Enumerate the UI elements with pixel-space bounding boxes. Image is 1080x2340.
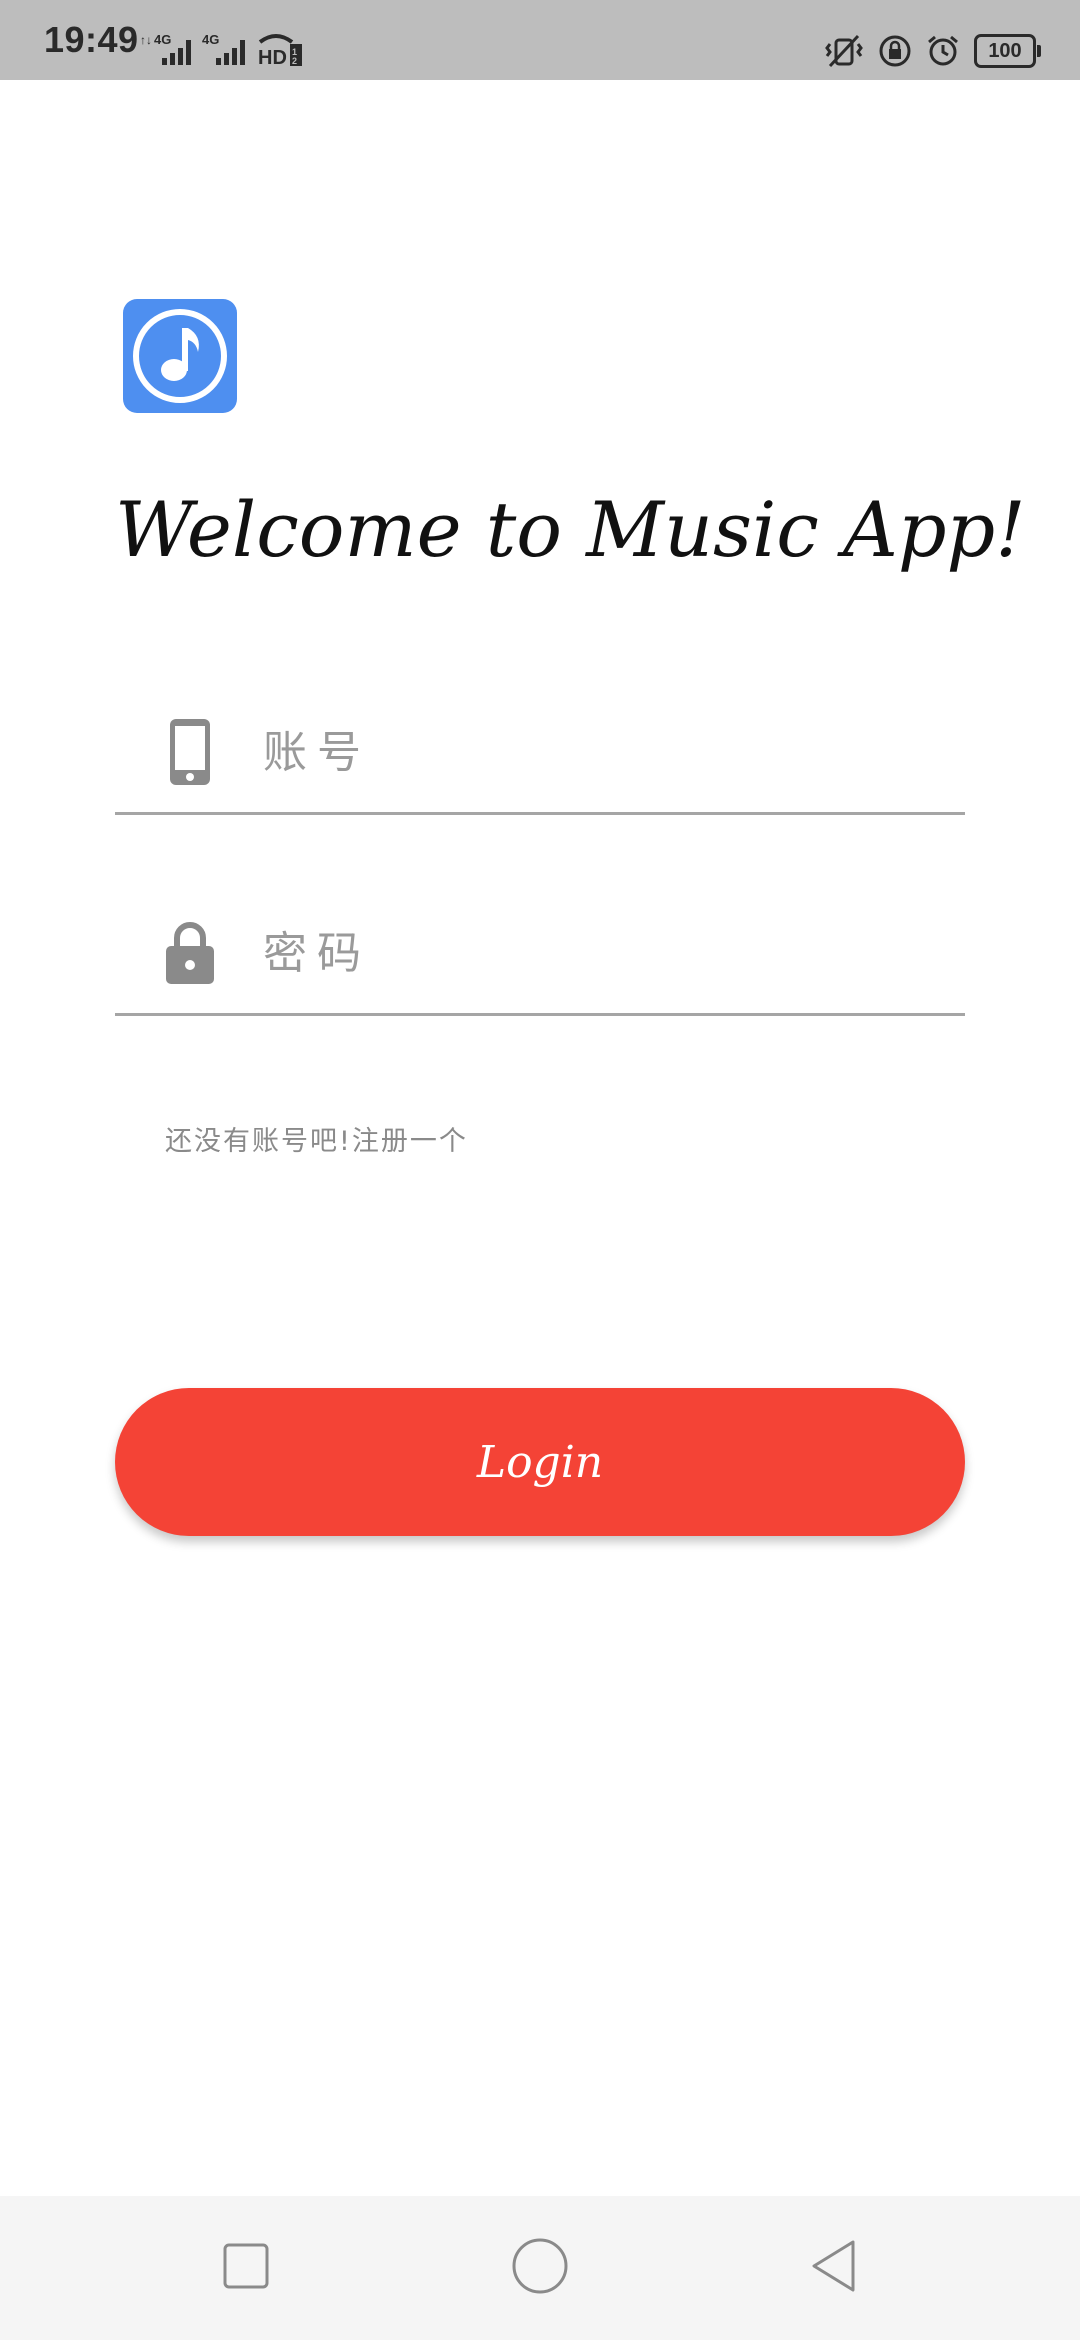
status-time: 19:49 (44, 19, 139, 60)
password-field (115, 893, 965, 1016)
signal-icon: 4G (202, 32, 245, 65)
battery-icon: 100 (974, 34, 1041, 68)
svg-text:HD: HD (258, 47, 287, 66)
status-right-icons: 100 (824, 34, 1041, 68)
svg-text:2: 2 (292, 56, 297, 66)
welcome-title: Welcome to Music App! (115, 485, 1026, 574)
hd-icon: HD 1 2 (258, 34, 302, 66)
register-link[interactable]: 还没有账号吧!注册一个 (165, 1122, 468, 1162)
recents-square-icon (223, 2243, 269, 2289)
svg-text:↑↓: ↑↓ (140, 33, 152, 47)
vibrate-icon (825, 34, 863, 68)
svg-text:4G: 4G (202, 32, 219, 47)
home-button[interactable] (500, 2226, 580, 2306)
alarm-icon (928, 35, 958, 66)
back-button[interactable] (794, 2226, 874, 2306)
status-bar: 19:49 ↑↓ 4G 4G HD 1 2 100 (0, 0, 1080, 80)
password-input[interactable] (263, 913, 943, 993)
rotation-lock-icon (879, 35, 911, 67)
home-circle-icon (512, 2238, 568, 2294)
back-triangle-icon (812, 2240, 855, 2292)
app-logo (123, 299, 237, 413)
account-field (115, 692, 965, 815)
phone-icon (160, 712, 220, 792)
login-button[interactable]: Login (115, 1388, 965, 1536)
battery-level: 100 (988, 39, 1022, 62)
signal-icon: ↑↓ 4G (140, 32, 191, 65)
navigation-bar (0, 2196, 1080, 2340)
lock-icon (160, 913, 220, 993)
status-left-icons: ↑↓ 4G 4G HD 1 2 (140, 30, 304, 66)
network-label-1: 4G (154, 32, 171, 47)
recents-button[interactable] (206, 2226, 286, 2306)
music-note-icon (133, 309, 227, 403)
account-input[interactable] (263, 712, 943, 792)
